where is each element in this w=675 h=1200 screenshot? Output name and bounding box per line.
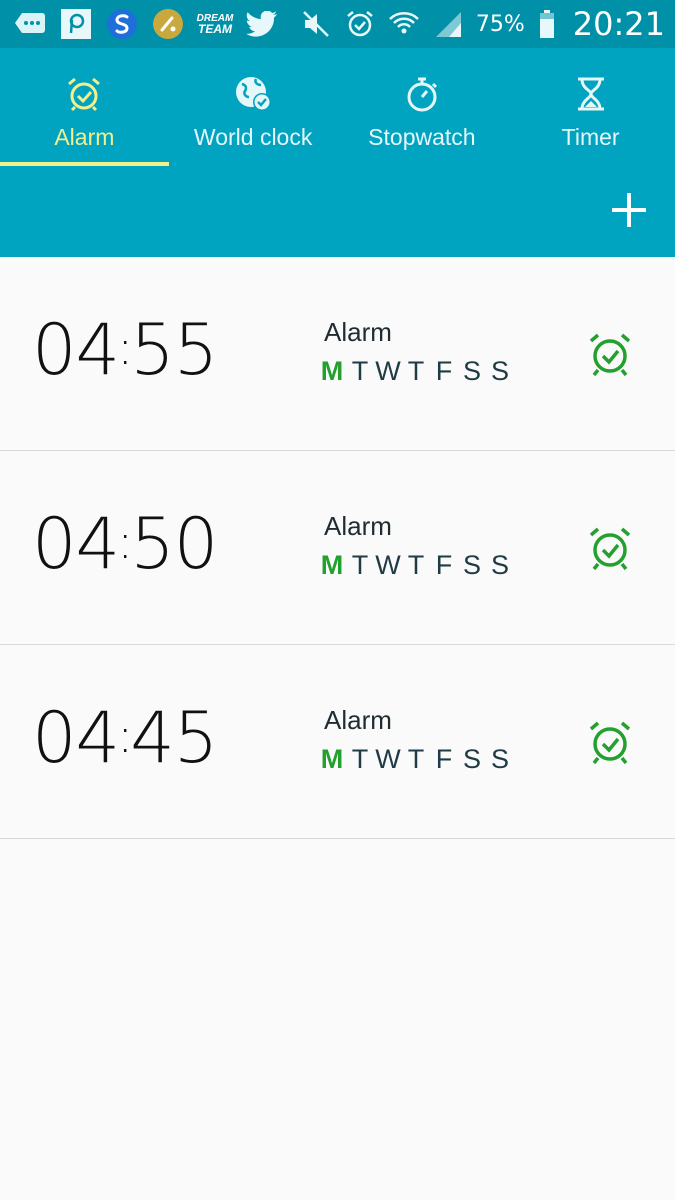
alarm-toggle[interactable] <box>585 329 635 379</box>
swiftkey-icon <box>106 8 138 40</box>
battery-percent: 75% <box>475 11 525 37</box>
alarm-meta: Alarm M T W T F S S <box>318 317 514 387</box>
alarm-label: Alarm <box>324 705 392 735</box>
tab-alarm-label: Alarm <box>54 124 115 150</box>
alarm-label: Alarm <box>324 317 392 347</box>
alarm-meta: Alarm M T W T F S S <box>318 511 514 581</box>
day-sun: S <box>490 356 509 386</box>
day-thu: T <box>407 550 425 580</box>
alarm-days: M T W T F S S <box>318 356 514 387</box>
alarm-hours: 04 <box>32 309 120 391</box>
alarm-list: 04:55 Alarm M T W T F S S 04:50 Alarm M <box>0 257 675 839</box>
day-mon: M <box>320 744 344 774</box>
tab-world-clock-label: World clock <box>193 124 313 150</box>
alarm-hours: 04 <box>32 697 120 779</box>
tab-stopwatch[interactable]: Stopwatch <box>338 48 507 166</box>
day-wed: W <box>375 744 401 774</box>
app-bar: Alarm World clock Stopwatch Timer <box>0 48 675 257</box>
wifi-icon <box>388 8 420 40</box>
cricket-icon <box>152 8 184 40</box>
alarm-on-icon <box>589 527 631 571</box>
day-fri: F <box>435 356 453 386</box>
alarm-hours: 04 <box>32 503 120 585</box>
day-sat: S <box>462 550 481 580</box>
hourglass-icon <box>571 74 611 114</box>
add-alarm-button[interactable] <box>607 188 651 232</box>
alarm-toggle[interactable] <box>585 523 635 573</box>
message-icon <box>14 8 46 40</box>
alarm-time: 04:45 <box>32 697 218 779</box>
battery-icon <box>537 8 557 40</box>
tab-timer-label: Timer <box>561 124 620 150</box>
tab-stopwatch-label: Stopwatch <box>368 124 476 150</box>
alarm-days: M T W T F S S <box>318 550 514 581</box>
tab-world-clock[interactable]: World clock <box>169 48 338 166</box>
day-fri: F <box>435 744 453 774</box>
tab-alarm[interactable]: Alarm <box>0 48 169 166</box>
day-mon: M <box>320 356 344 386</box>
alarm-icon <box>344 8 376 40</box>
alarm-on-icon <box>589 333 631 377</box>
signal-icon <box>432 8 464 40</box>
alarm-minutes: 55 <box>130 309 218 391</box>
tab-bar: Alarm World clock Stopwatch Timer <box>0 48 675 166</box>
clock-time: 20:21 <box>572 5 665 43</box>
day-thu: T <box>407 744 425 774</box>
alarm-item[interactable]: 04:55 Alarm M T W T F S S <box>0 257 675 451</box>
alarm-toggle[interactable] <box>585 717 635 767</box>
globe-icon <box>233 74 273 114</box>
stopwatch-icon <box>402 74 442 114</box>
day-tue: T <box>351 356 369 386</box>
day-tue: T <box>351 744 369 774</box>
twitter-icon <box>246 8 278 40</box>
day-sat: S <box>462 744 481 774</box>
alarm-minutes: 45 <box>130 697 218 779</box>
day-sun: S <box>490 744 509 774</box>
day-wed: W <box>375 550 401 580</box>
alarm-days: M T W T F S S <box>318 744 514 775</box>
alarm-meta: Alarm M T W T F S S <box>318 705 514 775</box>
day-tue: T <box>351 550 369 580</box>
pinterest-icon <box>60 8 92 40</box>
alarm-clock-icon <box>64 74 104 114</box>
day-wed: W <box>375 356 401 386</box>
mute-icon <box>300 8 332 40</box>
day-thu: T <box>407 356 425 386</box>
alarm-on-icon <box>589 721 631 765</box>
status-bar: DREAM TEAM 75% 20:21 <box>0 0 675 48</box>
day-fri: F <box>435 550 453 580</box>
alarm-item[interactable]: 04:45 Alarm M T W T F S S <box>0 645 675 839</box>
dream-team-icon: DREAM TEAM <box>197 8 234 40</box>
day-sun: S <box>490 550 509 580</box>
alarm-time: 04:55 <box>32 309 218 391</box>
alarm-label: Alarm <box>324 511 392 541</box>
alarm-item[interactable]: 04:50 Alarm M T W T F S S <box>0 451 675 645</box>
alarm-minutes: 50 <box>130 503 218 585</box>
day-mon: M <box>320 550 344 580</box>
day-sat: S <box>462 356 481 386</box>
dream-team-line2: TEAM <box>198 22 232 36</box>
tab-timer[interactable]: Timer <box>506 48 675 166</box>
plus-icon <box>612 193 646 227</box>
alarm-time: 04:50 <box>32 503 218 585</box>
